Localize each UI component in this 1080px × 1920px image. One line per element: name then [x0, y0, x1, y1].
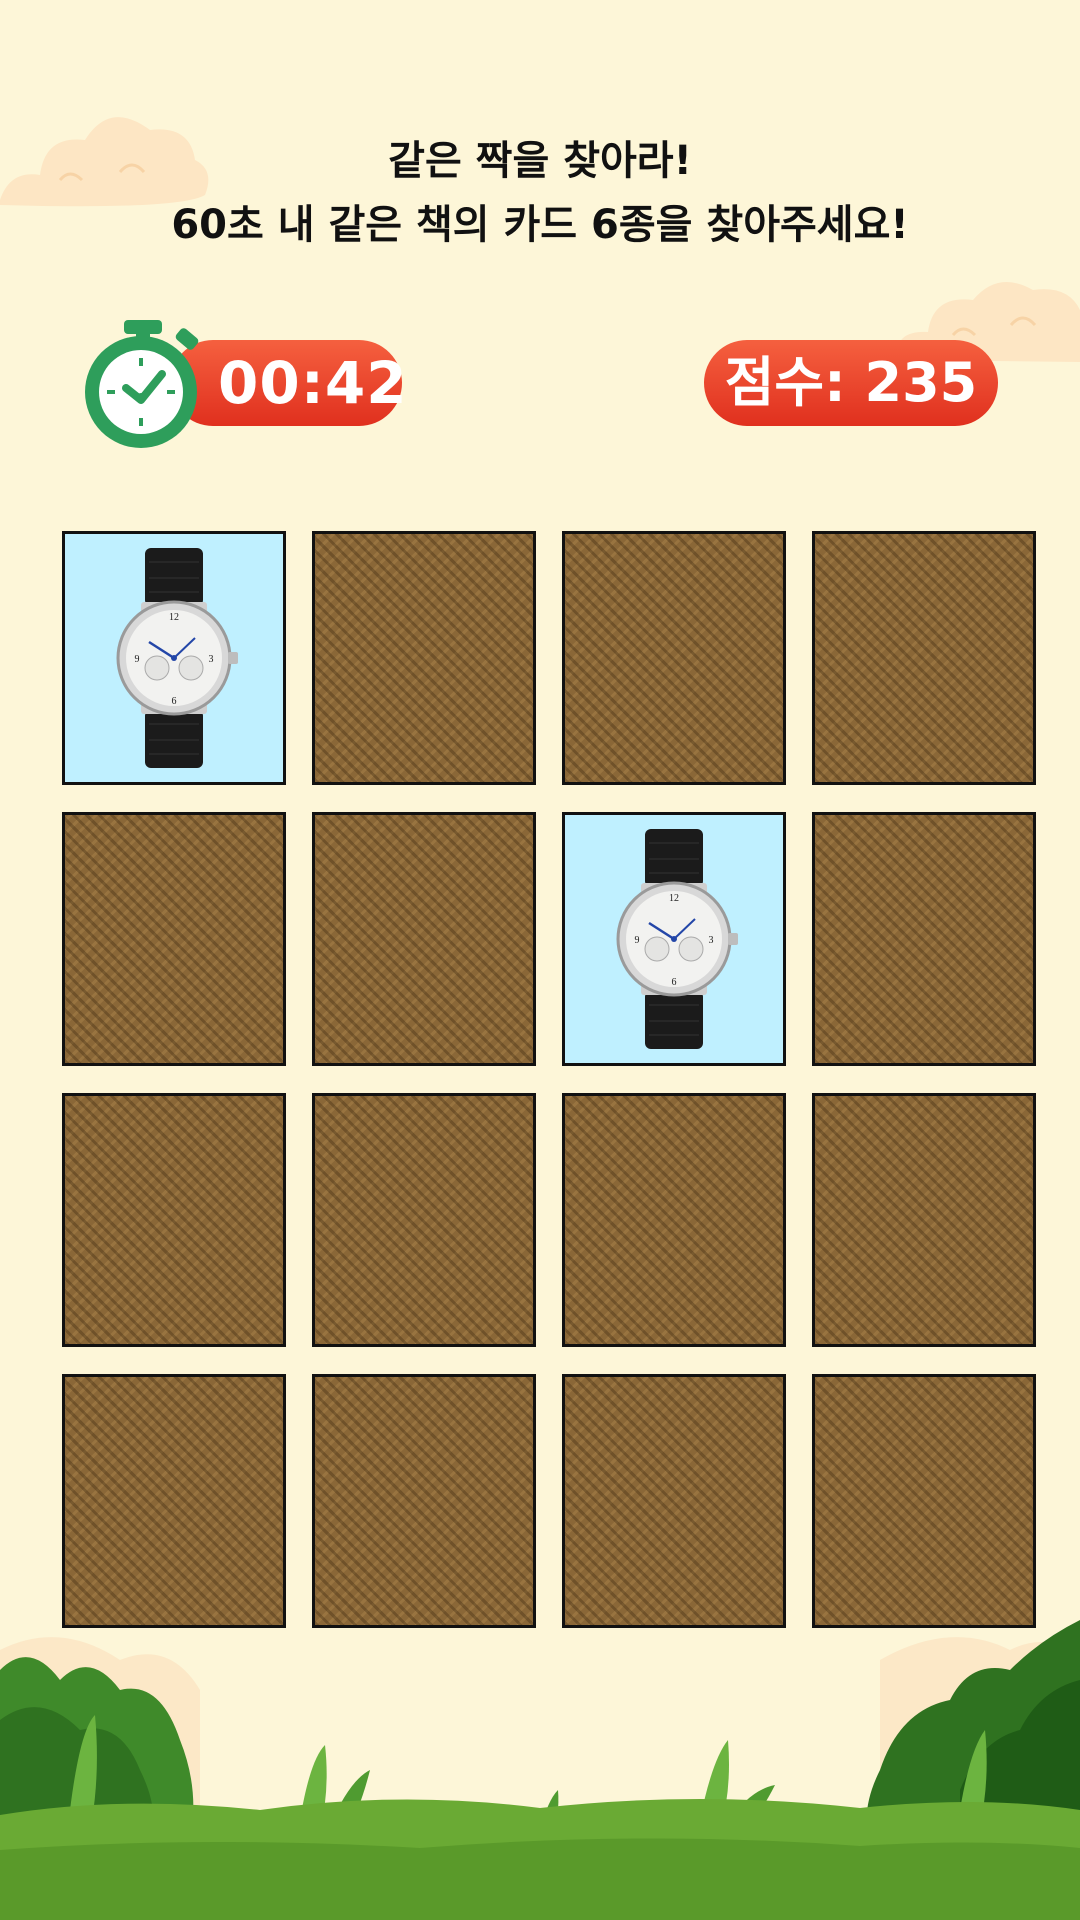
card-face-down[interactable]: [812, 812, 1036, 1066]
timer-value: 00:42: [218, 349, 408, 417]
game-title: 같은 짝을 찾아라!: [388, 138, 692, 184]
card-face-down[interactable]: [812, 1093, 1036, 1347]
svg-text:3: 3: [709, 935, 714, 946]
wristwatch-image: 12 3 6 9: [616, 829, 738, 1049]
card-face-down[interactable]: [312, 531, 536, 785]
svg-text:9: 9: [635, 935, 640, 946]
svg-text:12: 12: [669, 893, 679, 904]
card-face-down[interactable]: [562, 1093, 786, 1347]
wristwatch-image: 12 3 6 9: [116, 548, 238, 768]
svg-text:3: 3: [209, 654, 214, 665]
svg-text:12: 12: [169, 612, 179, 623]
game-instructions: 60초 내 같은 책의 카드 6종을 찾아주세요!: [171, 202, 909, 248]
stopwatch-icon: [85, 320, 199, 448]
score-value: 235: [864, 351, 978, 414]
svg-text:9: 9: [135, 654, 140, 665]
card-face-up[interactable]: 12 3 6 9: [562, 812, 786, 1066]
svg-text:6: 6: [672, 977, 677, 988]
grass-ground-decoration: [0, 1620, 1080, 1920]
card-face-up[interactable]: 12 3 6 9: [62, 531, 286, 785]
card-face-down[interactable]: [312, 1093, 536, 1347]
card-face-down[interactable]: [312, 812, 536, 1066]
card-face-down[interactable]: [562, 531, 786, 785]
score-label: 점수:: [724, 351, 846, 414]
svg-text:6: 6: [172, 696, 177, 707]
card-face-down[interactable]: [62, 812, 286, 1066]
card-face-down[interactable]: [812, 531, 1036, 785]
card-face-down[interactable]: [62, 1093, 286, 1347]
score-pill: 점수: 235: [704, 340, 998, 426]
